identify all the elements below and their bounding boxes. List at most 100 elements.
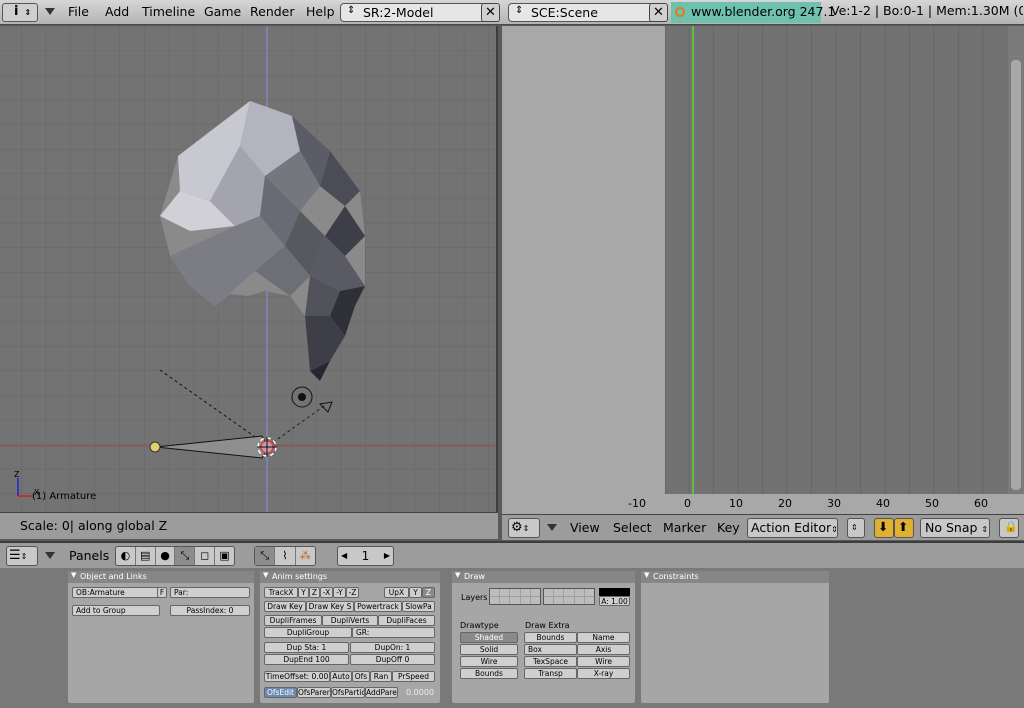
extra-wire[interactable]: Wire [577, 656, 630, 667]
action-scroll-handle[interactable] [1011, 60, 1021, 490]
channel-list[interactable] [502, 26, 665, 514]
drawtype-solid[interactable]: Solid [460, 644, 518, 655]
editor-type-button[interactable]: ☰⇕ [6, 546, 38, 566]
dupligroup-button[interactable]: DupliGroup [264, 627, 352, 638]
ofs-parent-button[interactable]: OfsParent [297, 687, 331, 698]
powertrack-button[interactable]: Powertrack [354, 601, 402, 612]
frame-counter[interactable]: ◀ 1 ▶ [337, 546, 394, 566]
collapse-menu-icon[interactable] [547, 524, 557, 531]
frame-increment-icon[interactable]: ▶ [384, 547, 390, 565]
collapse-menu-icon[interactable] [45, 8, 55, 15]
alpha-field[interactable]: A: 1.00 [599, 596, 630, 606]
extra-bounds-type[interactable]: Box [524, 644, 577, 655]
track-y-button[interactable]: Y [298, 587, 309, 598]
dup-start-field[interactable]: Dup Sta: 1 [264, 642, 349, 653]
logic-icon[interactable]: ◐ [116, 547, 136, 565]
slow-parent-button[interactable]: SlowPa [402, 601, 435, 612]
auto-button[interactable]: Auto [330, 671, 352, 682]
blender-link[interactable]: www.blender.org 247.1 [671, 2, 835, 23]
object-icon[interactable]: ⤡ [175, 547, 196, 565]
pass-index-field[interactable]: PassIndex: 0 [170, 605, 250, 616]
panel-title[interactable]: Object and Links [68, 571, 254, 583]
duplifaces-button[interactable]: DupliFaces [378, 615, 435, 626]
ofs-edit-button[interactable]: OfsEdit [264, 687, 297, 698]
frame-decrement-icon[interactable]: ◀ [341, 547, 347, 565]
screen-delete-button[interactable]: ✕ [481, 3, 500, 22]
menu-game[interactable]: Game [204, 4, 241, 19]
track-z-button[interactable]: Z [309, 587, 320, 598]
extra-transp[interactable]: Transp [524, 668, 577, 679]
extra-texspace[interactable]: TexSpace [524, 656, 577, 667]
ran-button[interactable]: Ran [370, 671, 392, 682]
editor-type-button[interactable]: ⚙⇕ [508, 518, 540, 538]
track-negz-button[interactable]: -Z [346, 587, 359, 598]
menu-file[interactable]: File [68, 4, 89, 19]
dupliframes-button[interactable]: DupliFrames [264, 615, 322, 626]
prspeed-button[interactable]: PrSpeed [392, 671, 435, 682]
action-browse-button[interactable]: ⇕ [847, 518, 865, 538]
physics-icon[interactable]: ⌇ [275, 547, 296, 565]
3d-viewport[interactable]: Z X (1) Armature [0, 26, 498, 512]
panel-title[interactable]: Anim settings [260, 571, 440, 583]
menu-timeline[interactable]: Timeline [142, 4, 195, 19]
drawtype-shaded[interactable]: Shaded [460, 632, 518, 643]
ofs-button[interactable]: Ofs [352, 671, 370, 682]
action-editor[interactable]: -10 0 10 20 30 40 50 60 [502, 26, 1024, 514]
panel-title[interactable]: Constraints [641, 571, 829, 583]
track-negy-button[interactable]: -Y [333, 587, 346, 598]
scene-delete-button[interactable]: ✕ [649, 3, 668, 22]
panel-title[interactable]: Draw [452, 571, 635, 583]
frame-ruler[interactable]: -10 0 10 20 30 40 50 60 [628, 494, 1024, 514]
track-negx-button[interactable]: -X [320, 587, 333, 598]
script-icon[interactable]: ▤ [136, 547, 156, 565]
object-color-swatch[interactable] [599, 588, 630, 596]
add-parent-button[interactable]: AddParent [365, 687, 398, 698]
copy-pose-button[interactable]: ⬇ [874, 518, 894, 538]
drawtype-wire[interactable]: Wire [460, 656, 518, 667]
scene-selector[interactable]: ⇕ SCE:Scene [508, 3, 668, 22]
collapse-menu-icon[interactable] [45, 552, 55, 559]
layer-buttons-left[interactable] [489, 588, 541, 605]
parent-field[interactable]: Par: [170, 587, 250, 598]
dup-on-field[interactable]: DupOn: 1 [350, 642, 435, 653]
dupliverts-button[interactable]: DupliVerts [322, 615, 378, 626]
scene-icon[interactable]: ▣ [215, 547, 234, 565]
extra-name[interactable]: Name [577, 632, 630, 643]
up-y-button[interactable]: Y [409, 587, 422, 598]
editor-mode-dropdown[interactable]: Action Editor⇕ [747, 518, 838, 538]
up-z-button[interactable]: Z [422, 587, 435, 598]
extra-bounds[interactable]: Bounds [524, 632, 577, 643]
layer-buttons-right[interactable] [543, 588, 595, 605]
add-to-group-button[interactable]: Add to Group [72, 605, 160, 616]
up-x-button[interactable]: UpX [384, 587, 409, 598]
draw-key-button[interactable]: Draw Key [264, 601, 306, 612]
extra-axis[interactable]: Axis [577, 644, 630, 655]
menu-select[interactable]: Select [613, 520, 652, 535]
object-name-field[interactable]: OB:Armature [72, 587, 160, 598]
drawtype-bounds[interactable]: Bounds [460, 668, 518, 679]
ofs-particle-button[interactable]: OfsParticle [331, 687, 365, 698]
menu-marker[interactable]: Marker [663, 520, 706, 535]
snap-dropdown[interactable]: No Snap ⇕ [920, 518, 990, 538]
info-icon[interactable]: i ⇕ [2, 3, 38, 22]
shading-icon[interactable]: ● [156, 547, 176, 565]
particles-icon[interactable]: ⁂ [296, 547, 315, 565]
menu-help[interactable]: Help [306, 4, 335, 19]
screen-selector[interactable]: ⇕ SR:2-Model [340, 3, 500, 22]
paste-pose-button[interactable]: ⬆ [894, 518, 914, 538]
draw-key-sel-button[interactable]: Draw Key S [306, 601, 354, 612]
menu-view[interactable]: View [570, 520, 600, 535]
dup-off-field[interactable]: DupOff 0 [350, 654, 435, 665]
time-offset-field[interactable]: TimeOffset: 0.00 [264, 671, 330, 682]
editing-icon[interactable]: ◻ [195, 547, 216, 565]
menu-render[interactable]: Render [250, 4, 295, 19]
group-field[interactable]: GR: [352, 627, 435, 638]
object-sub-icon[interactable]: ⤡ [255, 547, 276, 565]
track-x-button[interactable]: TrackX [264, 587, 298, 598]
lock-icon[interactable]: 🔒 [999, 518, 1019, 538]
fake-user-button[interactable]: F [157, 587, 167, 598]
menu-key[interactable]: Key [717, 520, 740, 535]
menu-add[interactable]: Add [105, 4, 129, 19]
extra-xray[interactable]: X-ray [577, 668, 630, 679]
dup-end-field[interactable]: DupEnd 100 [264, 654, 349, 665]
